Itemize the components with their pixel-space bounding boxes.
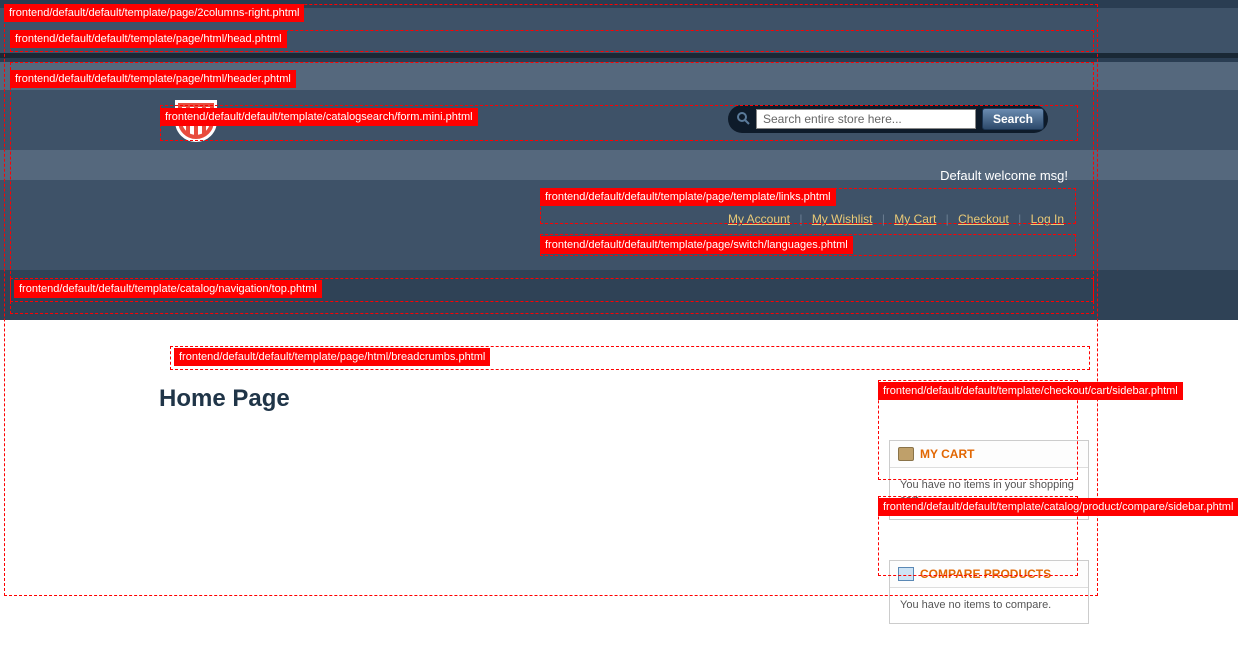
link-my-account[interactable]: My Account bbox=[728, 212, 790, 226]
compare-block-title: COMPARE PRODUCTS bbox=[890, 561, 1088, 588]
search-input[interactable] bbox=[756, 109, 976, 129]
link-login[interactable]: Log In bbox=[1031, 212, 1064, 226]
cart-icon bbox=[898, 447, 914, 461]
separator: | bbox=[1018, 212, 1021, 226]
hint-cart-sidebar: frontend/default/default/template/checko… bbox=[878, 382, 1183, 400]
compare-block-content: You have no items to compare. bbox=[890, 588, 1088, 623]
separator: | bbox=[882, 212, 885, 226]
hint-head: frontend/default/default/template/page/h… bbox=[10, 30, 287, 48]
compare-sidebar-block: COMPARE PRODUCTS You have no items to co… bbox=[889, 560, 1089, 624]
link-my-wishlist[interactable]: My Wishlist bbox=[812, 212, 873, 226]
welcome-message: Default welcome msg! bbox=[940, 168, 1068, 183]
header: Demo Store Search Default welcome msg! M… bbox=[0, 0, 1238, 320]
main: Home Page MY CART You have no items in y… bbox=[0, 320, 1238, 645]
search-button[interactable]: Search bbox=[982, 108, 1044, 130]
hint-topnav: frontend/default/default/template/catalo… bbox=[14, 280, 322, 298]
hint-search: frontend/default/default/template/catalo… bbox=[160, 108, 478, 126]
right-sidebar: MY CART You have no items in your shoppi… bbox=[889, 440, 1089, 664]
cart-title-text: MY CART bbox=[920, 447, 974, 461]
hint-header: frontend/default/default/template/page/h… bbox=[10, 70, 296, 88]
separator: | bbox=[946, 212, 949, 226]
hint-breadcrumbs: frontend/default/default/template/page/h… bbox=[174, 348, 490, 366]
hint-compare-sidebar: frontend/default/default/template/catalo… bbox=[878, 498, 1238, 516]
hint-links: frontend/default/default/template/page/t… bbox=[540, 188, 836, 206]
compare-icon bbox=[898, 567, 914, 581]
cart-block-title: MY CART bbox=[890, 441, 1088, 468]
hint-layout: frontend/default/default/template/page/2… bbox=[4, 4, 304, 22]
search-icon bbox=[736, 111, 750, 128]
search-form: Search bbox=[728, 105, 1048, 133]
page-root: frontend/default/default/template/page/2… bbox=[0, 0, 1238, 645]
top-links: My Account | My Wishlist | My Cart | Che… bbox=[724, 212, 1068, 226]
separator: | bbox=[799, 212, 802, 226]
link-checkout[interactable]: Checkout bbox=[958, 212, 1009, 226]
link-my-cart[interactable]: My Cart bbox=[894, 212, 936, 226]
hint-languages: frontend/default/default/template/page/s… bbox=[540, 236, 853, 254]
compare-title-text: COMPARE PRODUCTS bbox=[920, 567, 1051, 581]
